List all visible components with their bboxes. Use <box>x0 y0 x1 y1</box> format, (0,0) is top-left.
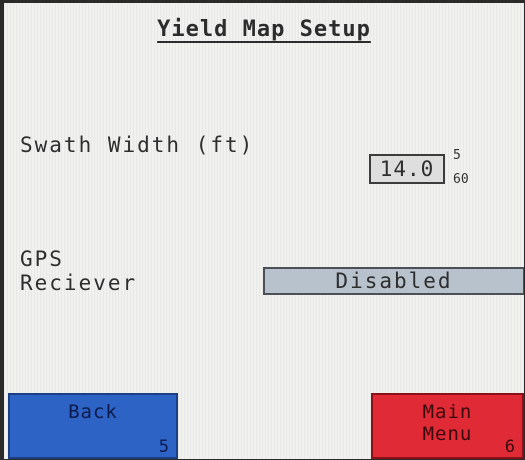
swath-width-input[interactable]: 14.0 <box>369 154 445 184</box>
back-button-label: Back <box>68 401 118 423</box>
page-title: Yield Map Setup <box>4 17 524 42</box>
swath-width-lower-limit: 60 <box>453 172 469 187</box>
main-menu-button[interactable]: Main Menu 6 <box>371 393 524 459</box>
main-menu-button-label: Main Menu <box>373 401 522 445</box>
main-menu-label-line1: Main <box>422 401 473 423</box>
gps-receiver-label-line2: Reciever <box>20 271 138 295</box>
main-menu-label-line2: Menu <box>422 423 473 445</box>
swath-width-upper-limit: 5 <box>453 148 461 163</box>
gps-receiver-select[interactable]: Disabled <box>263 267 524 295</box>
main-menu-button-key-number: 6 <box>504 437 516 457</box>
page-title-text: Yield Map Setup <box>157 17 371 42</box>
yield-map-setup-screen: Yield Map Setup Swath Width (ft) 14.0 5 … <box>4 3 524 459</box>
gps-receiver-label-line1: GPS <box>20 247 64 271</box>
back-button[interactable]: Back 5 <box>8 393 178 459</box>
swath-width-label: Swath Width (ft) <box>20 133 255 157</box>
back-button-key-number: 5 <box>158 437 170 457</box>
